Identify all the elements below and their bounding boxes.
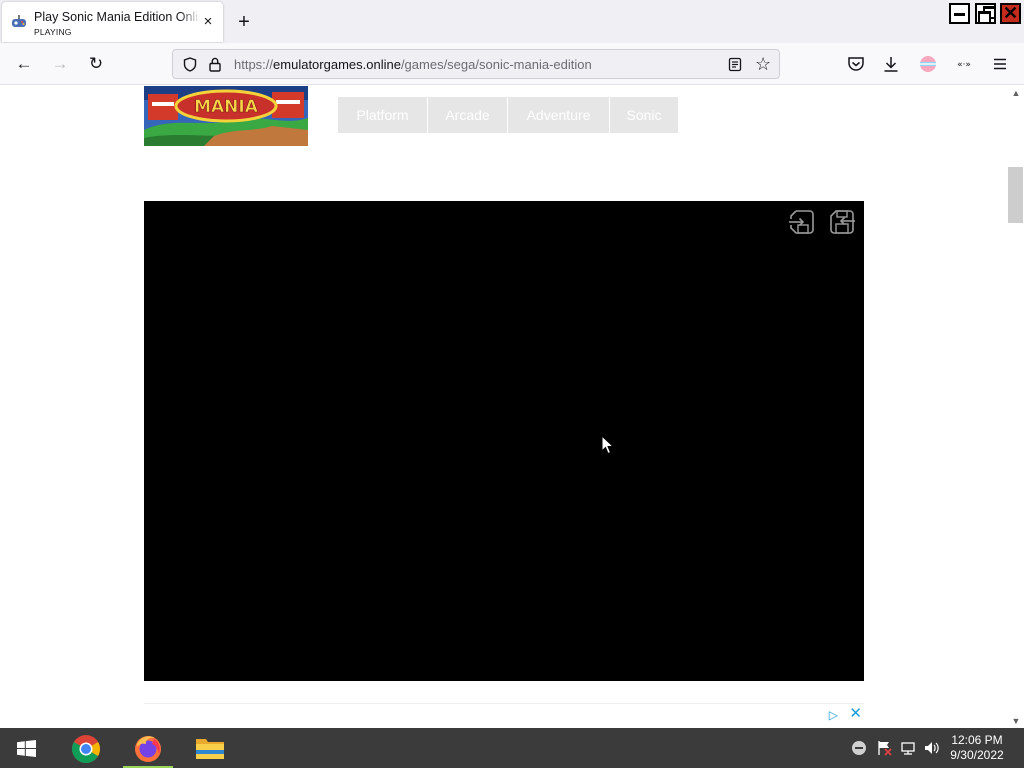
taskbar-file-explorer[interactable] xyxy=(181,728,239,768)
emulatorgames-favicon-icon xyxy=(12,15,26,27)
window-minimize-button[interactable] xyxy=(949,3,970,24)
tracking-protection-shield-icon[interactable] xyxy=(183,57,197,72)
back-button[interactable]: ← xyxy=(13,53,35,75)
url-text[interactable]: https://emulatorgames.online/games/sega/… xyxy=(234,57,592,72)
url-scheme: https:// xyxy=(234,57,274,72)
new-tab-button[interactable]: + xyxy=(234,12,254,32)
ad-close-icon[interactable]: ✕ xyxy=(849,704,862,722)
tab-title: Play Sonic Mania Edition Online xyxy=(34,10,200,24)
file-explorer-icon xyxy=(196,739,224,759)
screen: Play Sonic Mania Edition Online PLAYING … xyxy=(0,0,1024,768)
sonic-mania-thumbnail[interactable]: MANIA xyxy=(144,86,308,146)
window-close-button[interactable]: ✕ xyxy=(1000,3,1021,24)
tab-playing-label: PLAYING xyxy=(34,27,72,37)
page-scrollbar[interactable]: ▲ ▼ xyxy=(1007,86,1024,728)
cover-logo-text: MANIA xyxy=(194,97,259,117)
tray-flag-icon[interactable] xyxy=(876,740,892,756)
taskbar-chrome[interactable] xyxy=(57,728,115,768)
pocket-icon[interactable] xyxy=(846,54,866,74)
tray-network-icon[interactable] xyxy=(900,740,916,756)
url-host: emulatorgames.online xyxy=(273,57,401,72)
game-emulator-canvas[interactable] xyxy=(144,201,864,681)
extensions-icon[interactable]: «·» xyxy=(954,54,974,74)
firefox-icon xyxy=(135,736,161,762)
mouse-cursor-icon xyxy=(601,435,615,455)
tag-adventure[interactable]: Adventure xyxy=(508,97,609,133)
clock-time: 12:06 PM xyxy=(951,733,1003,747)
forward-button[interactable]: → xyxy=(49,53,71,75)
tag-arcade[interactable]: Arcade xyxy=(428,97,507,133)
taskbar-clock[interactable]: 12:06 PM 9/30/2022 xyxy=(942,733,1012,763)
page-content: MANIA Platform Arcade Adventure Sonic ▷ … xyxy=(0,86,1007,728)
advertisement-banner[interactable]: ▷ ✕ xyxy=(144,703,864,728)
menu-icon[interactable] xyxy=(990,54,1010,74)
scroll-down-arrow-icon[interactable]: ▼ xyxy=(1009,714,1023,728)
tab-close-icon[interactable]: × xyxy=(200,14,216,30)
tab-sonic-mania[interactable]: Play Sonic Mania Edition Online PLAYING … xyxy=(2,2,223,42)
account-icon[interactable] xyxy=(918,54,938,74)
save-state-icon[interactable] xyxy=(829,209,855,235)
reload-button[interactable]: ↻ xyxy=(85,53,107,75)
windows-taskbar: 12:06 PM 9/30/2022 xyxy=(0,728,1024,768)
downloads-icon[interactable] xyxy=(881,54,901,74)
navigation-toolbar: ← → ↻ https://emulatorgames.online/games… xyxy=(0,43,1024,85)
reader-view-icon[interactable] xyxy=(728,57,742,72)
load-state-icon[interactable] xyxy=(789,209,815,235)
window-restore-button[interactable] xyxy=(975,3,996,24)
sonic-mania-cover-art: MANIA xyxy=(144,86,308,146)
taskbar-firefox[interactable] xyxy=(119,728,177,768)
window-close-icon: ✕ xyxy=(1002,3,1019,23)
tab-strip: Play Sonic Mania Edition Online PLAYING … xyxy=(0,0,1024,43)
url-path: /games/sega/sonic-mania-edition xyxy=(400,57,592,72)
windows-start-icon[interactable] xyxy=(17,740,36,757)
url-bar[interactable]: https://emulatorgames.online/games/sega/… xyxy=(172,49,780,79)
tray-volume-icon[interactable] xyxy=(924,740,940,756)
clock-date: 9/30/2022 xyxy=(950,748,1004,762)
scroll-up-arrow-icon[interactable]: ▲ xyxy=(1009,86,1023,100)
tag-platform[interactable]: Platform xyxy=(338,97,427,133)
lock-icon[interactable] xyxy=(209,57,221,72)
svg-text:«·»: «·» xyxy=(957,60,971,70)
chrome-icon xyxy=(72,735,100,763)
tag-sonic[interactable]: Sonic xyxy=(610,97,678,133)
bookmark-star-icon[interactable]: ☆ xyxy=(755,54,771,74)
adchoices-icon[interactable]: ▷ xyxy=(829,708,838,722)
scrollbar-thumb[interactable] xyxy=(1008,167,1023,223)
tray-minus-circle-icon[interactable] xyxy=(851,740,867,756)
